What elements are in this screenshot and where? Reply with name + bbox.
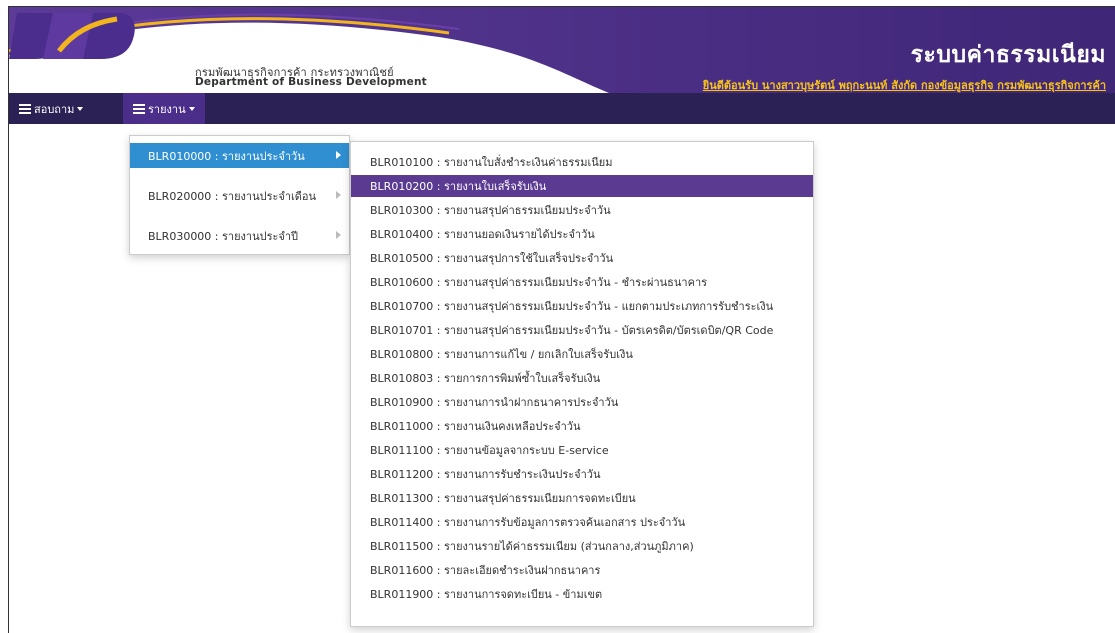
- submenu-item-blr010803[interactable]: BLR010803 : รายการการพิมพ์ซ้ำใบเสร็จรับเ…: [351, 367, 813, 389]
- caret-down-icon: [77, 106, 84, 111]
- nav-inquiry-label: สอบถาม: [34, 102, 75, 116]
- menu-item-label: BLR020000 : รายงานประจำเดือน: [148, 189, 317, 203]
- submenu-item-blr010701[interactable]: BLR010701 : รายงานสรุปค่าธรรมเนียมประจำว…: [351, 319, 813, 341]
- chevron-right-icon: [336, 191, 341, 199]
- submenu-item-blr011000[interactable]: BLR011000 : รายงานเงินคงเหลือประจำวัน: [351, 415, 813, 437]
- list-icon: [133, 103, 145, 114]
- submenu-item-blr010800[interactable]: BLR010800 : รายงานการแก้ไข / ยกเลิกใบเสร…: [351, 343, 813, 365]
- submenu-item-blr011300[interactable]: BLR011300 : รายงานสรุปค่าธรรมเนียมการจดท…: [351, 487, 813, 509]
- system-title: ระบบค่าธรรมเนียม: [910, 42, 1106, 68]
- menu-item-monthly-reports[interactable]: BLR020000 : รายงานประจำเดือน: [130, 183, 349, 208]
- nav-report-menu[interactable]: รายงาน: [123, 93, 205, 124]
- dbd-logo: [9, 13, 135, 59]
- app-frame: กรมพัฒนาธุรกิจการค้า กระทรวงพาณิชย์ Depa…: [8, 6, 1115, 633]
- submenu-item-blr010500[interactable]: BLR010500 : รายงานสรุปการใช้ใบเสร็จประจำ…: [351, 247, 813, 269]
- submenu-item-blr010300[interactable]: BLR010300 : รายงานสรุปค่าธรรมเนียมประจำว…: [351, 199, 813, 221]
- submenu-item-blr011900[interactable]: BLR011900 : รายงานการจดทะเบียน - ข้ามเขต: [351, 583, 813, 605]
- submenu-item-blr011600[interactable]: BLR011600 : รายละเอียดชำระเงินฝากธนาคาร: [351, 559, 813, 581]
- nav-inquiry-menu[interactable]: สอบถาม: [9, 93, 93, 124]
- chevron-right-icon: [336, 231, 341, 239]
- main-navbar: สอบถาม รายงาน: [9, 93, 1115, 124]
- list-icon: [19, 103, 31, 114]
- submenu-item-blr010400[interactable]: BLR010400 : รายงานยอดเงินรายได้ประจำวัน: [351, 223, 813, 245]
- submenu-item-blr010900[interactable]: BLR010900 : รายงานการนำฝากธนาคารประจำวัน: [351, 391, 813, 413]
- submenu-item-blr010600[interactable]: BLR010600 : รายงานสรุปค่าธรรมเนียมประจำว…: [351, 271, 813, 293]
- report-category-menu: BLR010000 : รายงานประจำวัน BLR020000 : ร…: [129, 135, 350, 255]
- menu-item-label: BLR010000 : รายงานประจำวัน: [148, 149, 305, 163]
- chevron-right-icon: [336, 151, 341, 159]
- nav-report-label: รายงาน: [148, 102, 186, 116]
- submenu-item-blr010700[interactable]: BLR010700 : รายงานสรุปค่าธรรมเนียมประจำว…: [351, 295, 813, 317]
- menu-item-daily-reports[interactable]: BLR010000 : รายงานประจำวัน: [130, 143, 349, 168]
- header-banner: กรมพัฒนาธุรกิจการค้า กระทรวงพาณิชย์ Depa…: [9, 7, 1115, 93]
- menu-item-yearly-reports[interactable]: BLR030000 : รายงานประจำปี: [130, 223, 349, 248]
- daily-report-submenu: BLR010100 : รายงานใบสั่งชำระเงินค่าธรรมเ…: [350, 141, 814, 627]
- submenu-item-blr011500[interactable]: BLR011500 : รายงานรายได้ค่าธรรมเนียม (ส่…: [351, 535, 813, 557]
- submenu-item-blr011100[interactable]: BLR011100 : รายงานข้อมูลจากระบบ E-servic…: [351, 439, 813, 461]
- caret-down-icon: [188, 106, 195, 111]
- submenu-item-blr011200[interactable]: BLR011200 : รายงานการรับชำระเงินประจำวัน: [351, 463, 813, 485]
- submenu-item-blr011400[interactable]: BLR011400 : รายงานการรับข้อมูลการตรวจค้น…: [351, 511, 813, 533]
- org-name-english: Department of Business Development: [195, 76, 427, 88]
- welcome-user-text: ยินดีต้อนรับ นางสาวบุษรัตน์ พฤกะนนท์ สัง…: [702, 79, 1106, 92]
- submenu-item-blr010100[interactable]: BLR010100 : รายงานใบสั่งชำระเงินค่าธรรมเ…: [351, 151, 813, 173]
- submenu-item-blr010200[interactable]: BLR010200 : รายงานใบเสร็จรับเงิน: [351, 175, 813, 197]
- menu-item-label: BLR030000 : รายงานประจำปี: [148, 229, 299, 243]
